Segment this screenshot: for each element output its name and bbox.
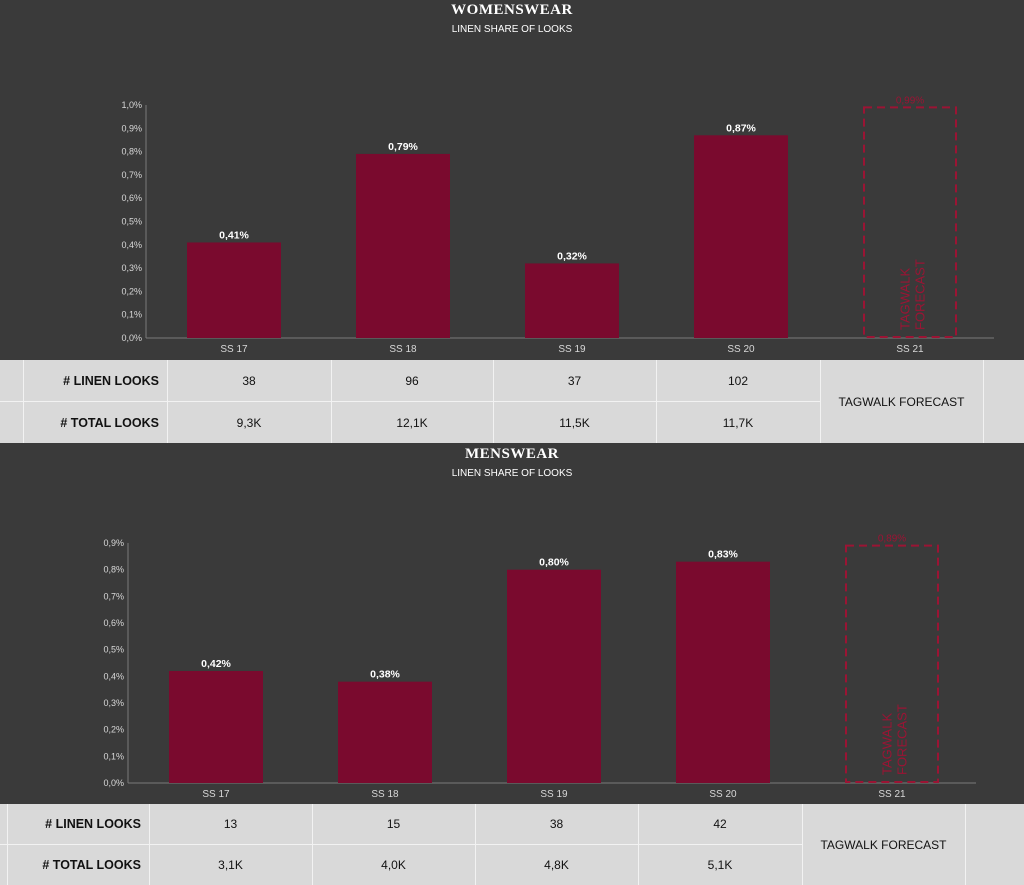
- y-tick-label: 0,9%: [121, 123, 142, 133]
- y-tick-label: 0,8%: [103, 565, 124, 575]
- row-label-linen-looks: # LINEN LOOKS: [45, 817, 141, 831]
- menswear-section: MENSWEAR LINEN SHARE OF LOOKS 0,0% 0,1% 0,…: [0, 443, 1024, 804]
- table-cell-total: 5,1K: [707, 858, 733, 872]
- y-tick-label: 0,7%: [103, 591, 124, 601]
- bar-value-label: 0,79%: [388, 141, 418, 153]
- bar: [525, 263, 619, 338]
- y-tick-label: 0,8%: [121, 147, 142, 157]
- bar-value-label: 0,80%: [539, 557, 569, 569]
- x-category-label: SS 17: [220, 344, 248, 355]
- table-cell-total: 11,7K: [722, 415, 754, 430]
- x-category-label: SS 19: [540, 789, 568, 800]
- bar: [169, 671, 263, 783]
- y-tick-label: 0,9%: [103, 538, 124, 548]
- bar: [507, 569, 601, 783]
- forecast-text-group: TAGWALK FORECAST: [898, 259, 928, 330]
- forecast-vertical-text: TAGWALK: [880, 713, 895, 775]
- y-tick-label: 0,7%: [121, 170, 142, 180]
- bar-value-label: 0,38%: [370, 669, 400, 681]
- table-cell-linen: 102: [727, 373, 749, 388]
- table-cell-linen: 13: [223, 817, 238, 831]
- x-category-label: SS 19: [558, 344, 586, 355]
- table-cell-total: 12,1K: [396, 415, 428, 430]
- table-cell-linen: 96: [405, 373, 419, 388]
- y-tick-label: 1,0%: [121, 100, 142, 110]
- womenswear-data-table: # LINEN LOOKS # TOTAL LOOKS 38 96 37 102…: [0, 360, 1024, 443]
- table-cell-total: 4,8K: [544, 858, 569, 872]
- table-cell-linen: 37: [567, 373, 582, 388]
- row-label-linen-looks: # LINEN LOOKS: [63, 373, 159, 388]
- x-category-label: SS 21: [878, 789, 906, 800]
- menswear-data-table: # LINEN LOOKS # TOTAL LOOKS 13 15 38 42 …: [0, 804, 1024, 885]
- bar-value-label: 0,87%: [726, 122, 756, 134]
- x-category-label: SS 18: [371, 789, 399, 800]
- menswear-bar-chart: 0,0% 0,1% 0,2% 0,3% 0,4% 0,5% 0,6% 0,7% 0,8% 0,9%…: [103, 534, 976, 800]
- bar: [338, 681, 432, 783]
- forecast-value-label: 0,99%: [896, 95, 924, 106]
- bar-value-label: 0,83%: [708, 549, 738, 561]
- y-tick-label: 0,0%: [121, 333, 142, 343]
- bar-value-label: 0,41%: [219, 229, 249, 241]
- y-tick-label: 0,6%: [103, 618, 124, 628]
- y-tick-label: 0,3%: [103, 698, 124, 708]
- y-tick-label: 0,4%: [121, 240, 142, 250]
- table-cell-linen: 15: [386, 817, 401, 831]
- bar: [187, 242, 281, 338]
- y-tick-label: 0,5%: [103, 645, 124, 655]
- table-forecast-label: TAGWALK FORECAST: [838, 394, 965, 409]
- y-tick-label: 0,1%: [103, 751, 124, 761]
- bar: [676, 561, 770, 783]
- forecast-value-label: 0,89%: [878, 534, 906, 545]
- y-tick-label: 0,2%: [103, 725, 124, 735]
- bar-value-label: 0,42%: [201, 658, 231, 670]
- forecast-vertical-text: FORECAST: [895, 704, 910, 775]
- y-tick-label: 0,5%: [121, 217, 142, 227]
- y-tick-label: 0,3%: [121, 263, 142, 273]
- bar-value-label: 0,32%: [557, 250, 587, 262]
- x-category-label: SS 17: [202, 789, 230, 800]
- womenswear-bar-chart: 0,0% 0,1% 0,2% 0,3% 0,4% 0,5% 0,6% 0,7% 0,8% 0,9%…: [121, 95, 994, 355]
- bar: [356, 153, 450, 338]
- table-cell-linen: 38: [242, 373, 256, 388]
- table-cell-total: 9,3K: [236, 415, 262, 430]
- forecast-vertical-text: FORECAST: [913, 259, 928, 330]
- y-tick-label: 0,0%: [103, 778, 124, 788]
- table-divider: [983, 360, 984, 443]
- y-tick-label: 0,4%: [103, 671, 124, 681]
- table-divider: [965, 804, 966, 885]
- y-tick-label: 0,1%: [121, 310, 142, 320]
- y-tick-label: 0,6%: [121, 193, 142, 203]
- forecast-text-group: TAGWALK FORECAST: [880, 704, 910, 775]
- x-category-label: SS 20: [727, 344, 755, 355]
- x-category-label: SS 18: [389, 344, 417, 355]
- table-cell-linen: 38: [549, 817, 564, 831]
- row-label-total-looks: # TOTAL LOOKS: [60, 415, 159, 430]
- bar: [694, 135, 788, 338]
- y-tick-label: 0,2%: [121, 286, 142, 296]
- table-cell-linen: 42: [713, 817, 727, 831]
- forecast-vertical-text: TAGWALK: [898, 268, 913, 330]
- x-category-label: SS 21: [896, 344, 924, 355]
- table-cell-total: 4,0K: [381, 858, 406, 872]
- x-category-label: SS 20: [709, 789, 737, 800]
- row-label-total-looks: # TOTAL LOOKS: [42, 858, 141, 872]
- womenswear-section: WOMENSWEAR LINEN SHARE OF LOOKS 0,0% 0,1%…: [0, 0, 1024, 360]
- table-cell-total: 11,5K: [559, 415, 590, 430]
- table-cell-total: 3,1K: [218, 858, 243, 872]
- table-forecast-label: TAGWALK FORECAST: [820, 837, 947, 852]
